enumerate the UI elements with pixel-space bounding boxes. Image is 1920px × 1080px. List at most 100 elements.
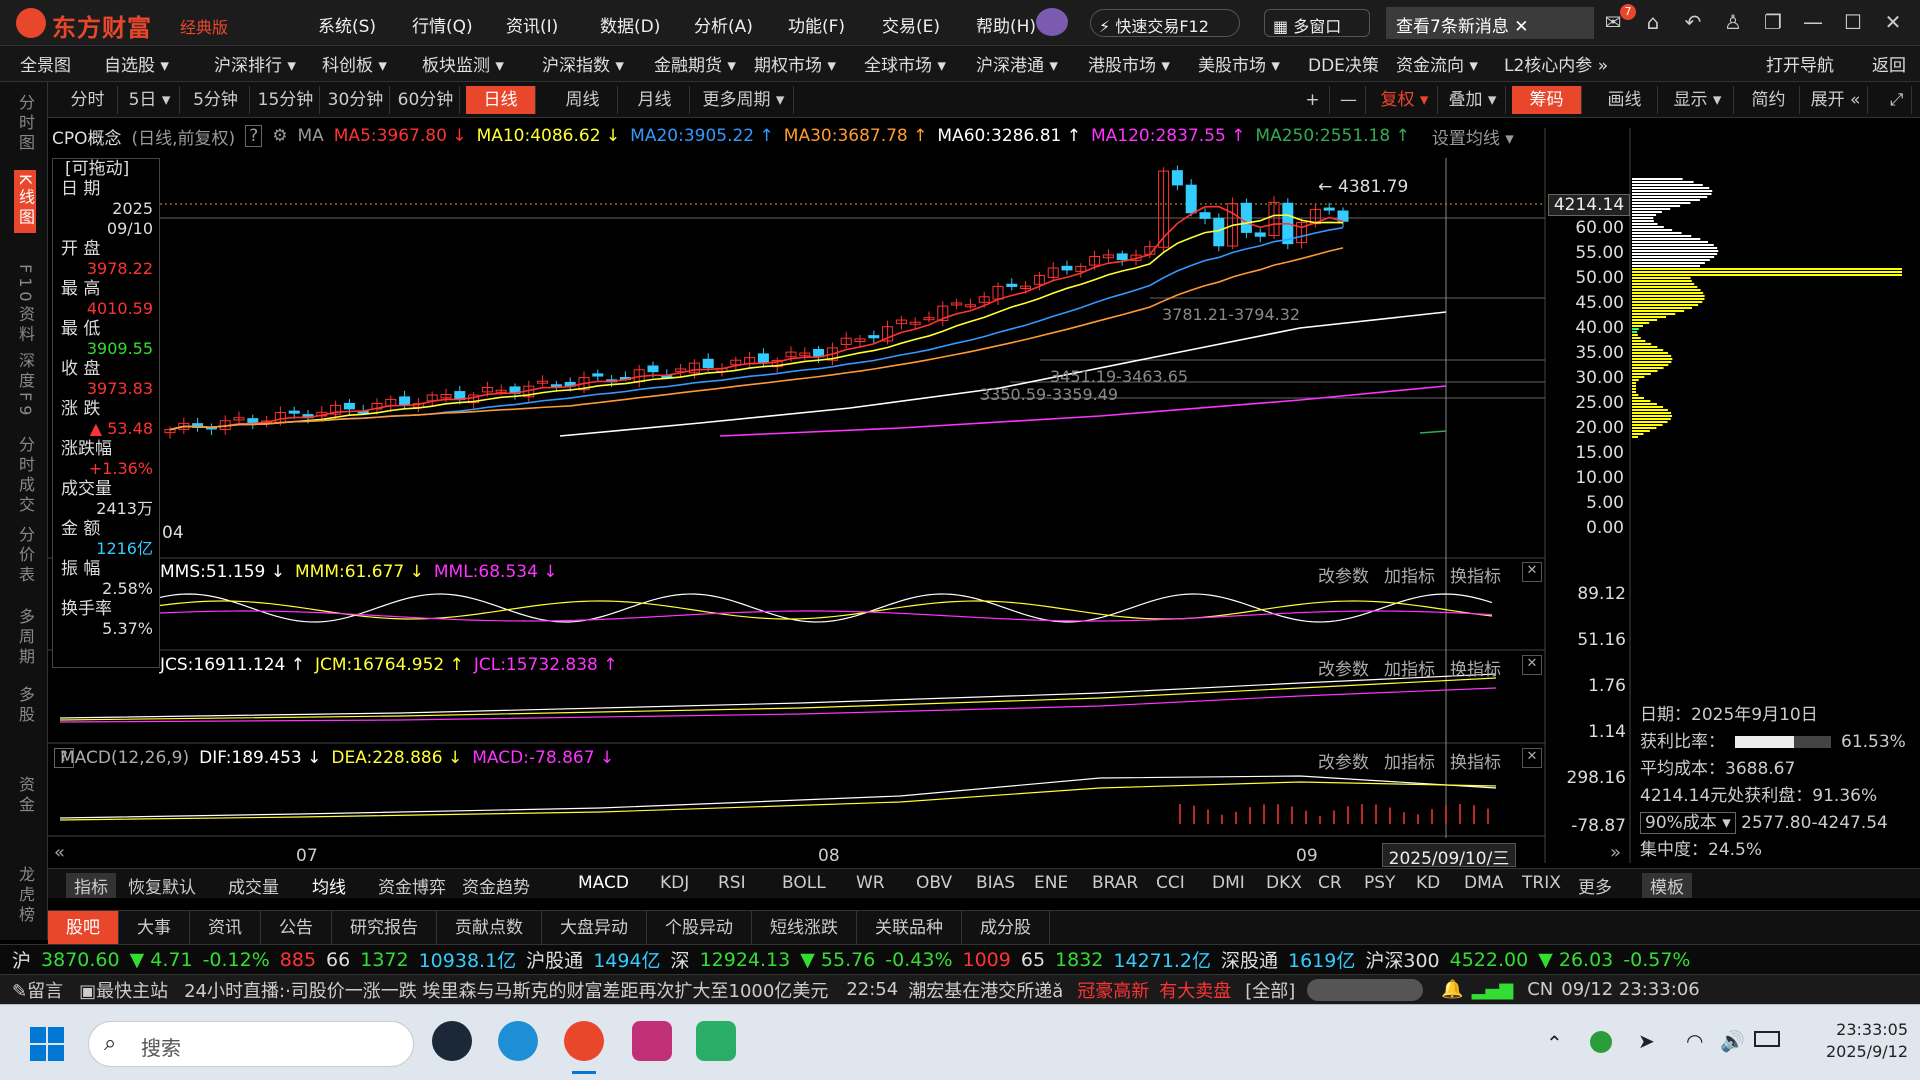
system-clock[interactable]: 23:33:05 2025/9/12 xyxy=(1796,1019,1908,1063)
news-ticker[interactable]: 24小时直播:·司股价一涨一跌 埃里森与马斯克的财富差距再次扩大至1000亿美元 xyxy=(184,977,828,1003)
multi-window-button[interactable]: ▦ 多窗口 xyxy=(1264,9,1370,37)
nav-item[interactable]: 沪深排行 ▾ xyxy=(214,51,296,76)
menu-item[interactable]: 功能(F) xyxy=(788,12,882,37)
bottom-tab[interactable]: 关联品种 xyxy=(857,910,962,945)
hgt-label[interactable]: 沪股通 xyxy=(526,946,583,973)
bottom-tab[interactable]: 大盘异动 xyxy=(542,910,647,945)
scroll-right-icon[interactable]: » xyxy=(1610,842,1621,863)
steam-icon[interactable] xyxy=(432,1021,472,1061)
menu-item[interactable]: 交易(E) xyxy=(882,12,976,37)
panel-button[interactable]: 改参数 xyxy=(1318,655,1369,680)
windows-start-icon[interactable] xyxy=(30,1027,64,1061)
bottom-tab[interactable]: 贡献点数 xyxy=(437,910,542,945)
period-tab[interactable]: 更多周期 ▾ xyxy=(694,86,794,114)
scroll-left-icon[interactable]: « xyxy=(54,842,65,863)
cost-select[interactable]: 90%成本 ▾ xyxy=(1640,812,1736,834)
location-icon[interactable]: ➤ xyxy=(1638,1029,1655,1053)
snipping-tool-icon[interactable] xyxy=(632,1021,672,1061)
help-icon[interactable]: ? xyxy=(245,125,263,147)
nav-item[interactable]: 沪深港通 ▾ xyxy=(976,51,1058,76)
toolbar-button[interactable]: 简约 xyxy=(1738,86,1800,114)
nav-item[interactable]: 港股市场 ▾ xyxy=(1088,51,1170,76)
nav-item[interactable]: 沪深指数 ▾ xyxy=(542,51,624,76)
bottom-tab[interactable]: 大事 xyxy=(119,910,190,945)
toolbar-button[interactable]: 叠加 ▾ xyxy=(1440,86,1506,114)
nav-item[interactable]: 返回 xyxy=(1872,51,1906,76)
edge-icon[interactable] xyxy=(498,1021,538,1061)
home-icon[interactable]: ⌂ xyxy=(1640,10,1666,34)
indicator-tab[interactable]: 模板 xyxy=(1642,873,1692,898)
period-tab[interactable]: 分时 xyxy=(58,86,118,114)
indicator-tab[interactable]: BIAS xyxy=(976,873,1015,893)
indicator-tab[interactable]: MACD xyxy=(578,873,629,893)
indicator-tab[interactable]: 资金趋势 xyxy=(462,873,530,898)
period-tab[interactable]: 30分钟 xyxy=(322,86,390,114)
toolbar-button[interactable]: 显示 ▾ xyxy=(1662,86,1734,114)
eastmoney-taskbar-icon[interactable] xyxy=(564,1021,604,1061)
alert-tag[interactable]: 冠豪高新 xyxy=(1077,977,1149,1003)
indicator-tab[interactable]: BRAR xyxy=(1092,873,1138,893)
ma-settings-button[interactable]: 设置均线 ▾ xyxy=(1432,124,1514,149)
wechat-icon[interactable] xyxy=(696,1021,736,1061)
nav-item[interactable]: 全球市场 ▾ xyxy=(864,51,946,76)
left-strip-item[interactable]: 龙虎榜 xyxy=(14,862,36,930)
indicator-tab[interactable]: 指标 xyxy=(66,873,116,898)
panel-button[interactable]: 换指标 xyxy=(1450,655,1501,680)
battery-icon[interactable] xyxy=(1754,1031,1780,1047)
indicator-tab[interactable]: ENE xyxy=(1034,873,1068,893)
news-ticker-2[interactable]: 潮宏基在港交所递ǎ xyxy=(908,977,1063,1003)
nav-item[interactable]: 资金流向 ▾ xyxy=(1396,51,1478,76)
period-tab[interactable]: 5日 ▾ xyxy=(120,86,180,114)
bottom-tab[interactable]: 个股异动 xyxy=(647,910,752,945)
bottom-tab[interactable]: 股吧 xyxy=(48,910,119,945)
panel-button[interactable]: 加指标 xyxy=(1384,562,1435,587)
indicator-tab[interactable]: DMI xyxy=(1212,873,1245,893)
indicator-tab[interactable]: CR xyxy=(1318,873,1342,893)
menu-item[interactable]: 行情(Q) xyxy=(412,12,506,37)
period-tab[interactable]: 月线 xyxy=(620,86,690,114)
volume-icon[interactable]: 🔊 xyxy=(1720,1029,1745,1053)
shirt-icon[interactable]: ♙ xyxy=(1720,10,1746,34)
chevron-up-icon[interactable]: ⌃ xyxy=(1546,1031,1563,1055)
nav-item[interactable]: 全景图 xyxy=(20,51,71,76)
period-tab[interactable]: 60分钟 xyxy=(392,86,460,114)
nav-item[interactable]: L2核心内参 » xyxy=(1504,51,1608,76)
indicator-tab[interactable]: CCI xyxy=(1156,873,1185,893)
period-tab[interactable]: 5分钟 xyxy=(182,86,250,114)
station-button[interactable]: ▣最快主站 xyxy=(79,977,168,1003)
menu-item[interactable]: 资讯(I) xyxy=(506,12,600,37)
bottom-tab[interactable]: 研究报告 xyxy=(332,910,437,945)
wifi-icon[interactable]: ◠ xyxy=(1686,1029,1703,1053)
indicator-tab[interactable]: KD xyxy=(1416,873,1440,893)
close-icon[interactable]: ✕ xyxy=(1522,655,1542,675)
nav-item[interactable]: 板块监测 ▾ xyxy=(422,51,504,76)
toolbar-button[interactable]: — xyxy=(1332,86,1366,114)
fullscreen-icon[interactable]: ⤢ xyxy=(1882,86,1912,114)
nav-item[interactable]: 期权市场 ▾ xyxy=(754,51,836,76)
status-search-input[interactable] xyxy=(1307,978,1424,1001)
all-button[interactable]: [全部] xyxy=(1245,977,1295,1003)
toolbar-button[interactable]: + xyxy=(1296,86,1330,114)
nav-item[interactable]: DDE决策 xyxy=(1308,51,1379,76)
nav-item[interactable]: 美股市场 ▾ xyxy=(1198,51,1280,76)
nav-item[interactable]: 金融期货 ▾ xyxy=(654,51,736,76)
toolbar-button[interactable]: 展开 « xyxy=(1804,86,1868,114)
close-icon[interactable]: ✕ xyxy=(1522,562,1542,582)
indicator-tab[interactable]: DMA xyxy=(1464,873,1503,893)
toolbar-button[interactable]: 筹码 xyxy=(1512,86,1582,114)
toolbar-button[interactable]: 复权 ▾ xyxy=(1372,86,1438,114)
panel-button[interactable]: 改参数 xyxy=(1318,748,1369,773)
maximize-icon[interactable]: ☐ xyxy=(1840,10,1866,34)
panel-button[interactable]: 换指标 xyxy=(1450,748,1501,773)
assistant-robot-icon[interactable] xyxy=(1036,8,1068,36)
taskbar-search-input[interactable]: 搜索 xyxy=(88,1021,414,1067)
message-button[interactable]: ✎留言 xyxy=(12,977,63,1003)
help-icon[interactable]: ? xyxy=(54,748,74,768)
indicator-tab[interactable]: DKX xyxy=(1266,873,1302,893)
menu-item[interactable]: 数据(D) xyxy=(600,12,694,37)
panel-button[interactable]: 加指标 xyxy=(1384,748,1435,773)
gear-icon[interactable]: ⚙ xyxy=(272,126,287,146)
bell-icon[interactable]: 🔔 xyxy=(1441,979,1463,1000)
close-icon[interactable]: ✕ xyxy=(1880,10,1906,34)
nav-item[interactable]: 打开导航 xyxy=(1766,51,1834,76)
